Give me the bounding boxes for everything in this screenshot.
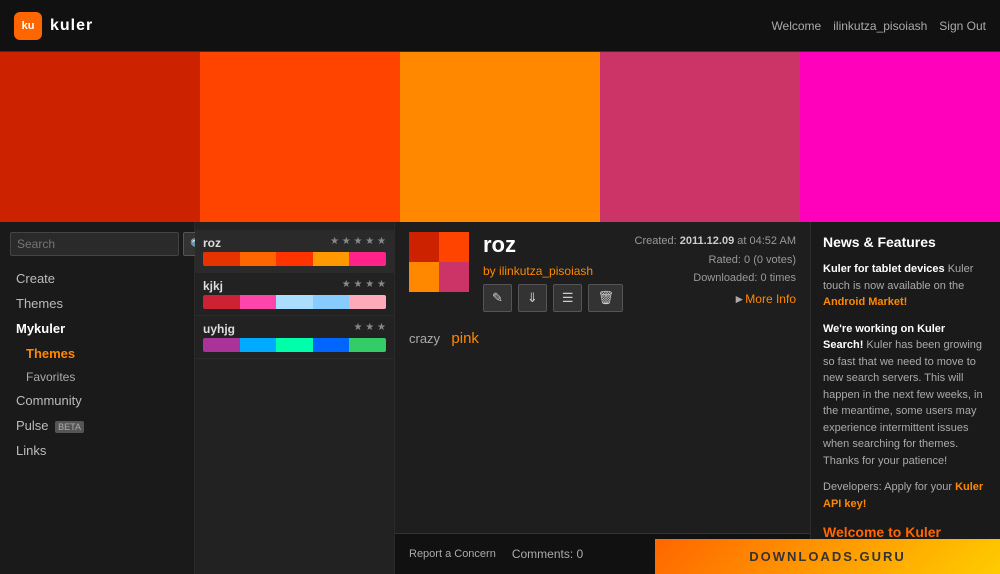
comments-count: Comments: 0 (512, 547, 583, 561)
color-bar (0, 52, 1000, 222)
theme-item-kjkj[interactable]: kjkj ★ ★ ★ ★ (195, 273, 394, 316)
color-swatch-1 (0, 52, 200, 222)
detail-color-4 (439, 262, 469, 292)
logo-area: ku kuler (14, 12, 93, 40)
theme-bar-roz (203, 252, 386, 266)
detail-title: roz (483, 232, 635, 258)
theme-item-uyhjg[interactable]: uyhjg ★ ★ ★ (195, 316, 394, 359)
color-swatch-5 (800, 52, 1000, 222)
sidebar-item-pulse[interactable]: Pulse BETA (0, 413, 194, 438)
detail-downloaded: 0 times (761, 272, 796, 284)
welcome-text: Welcome (771, 19, 821, 33)
list-button[interactable]: ☰ (553, 284, 583, 312)
android-market-link[interactable]: Android Market! (823, 296, 907, 308)
tag-crazy[interactable]: crazy (409, 331, 440, 346)
detail-swatch (409, 232, 469, 292)
sidebar-item-mykuler[interactable]: Mykuler (0, 316, 194, 341)
news-section-search: We're working on Kuler Search! Kuler has… (823, 321, 988, 470)
signout-button[interactable]: Sign Out (939, 19, 986, 33)
news-title: News & Features (823, 232, 988, 253)
theme-stars-kjkj: ★ ★ ★ ★ (342, 279, 386, 290)
theme-stars-uyhjg: ★ ★ ★ (354, 322, 386, 333)
sidebar-item-favorites[interactable]: Favorites (0, 366, 194, 388)
detail-color-3 (409, 262, 439, 292)
download-swatch-button[interactable]: ⇓ (518, 284, 547, 312)
theme-name-uyhjg: uyhjg (203, 322, 235, 336)
theme-item-roz[interactable]: roz ★ ★ ★ ★ ★ (195, 230, 394, 273)
logo-icon: ku (14, 12, 42, 40)
delete-button[interactable]: 🗑 (588, 284, 623, 312)
detail-actions: ✎ ⇓ ☰ 🗑 (483, 284, 635, 312)
news-panel: News & Features Kuler for tablet devices… (810, 222, 1000, 574)
detail-panel: roz by ilinkutza_pisoiash ✎ ⇓ ☰ 🗑 Create… (395, 222, 810, 574)
username-link[interactable]: ilinkutza_pisoiash (833, 19, 927, 33)
main: 🔍 Create Themes Mykuler Themes Favorites… (0, 222, 1000, 574)
tags-area: crazy pink (409, 330, 796, 347)
sidebar-item-themes[interactable]: Themes (0, 291, 194, 316)
search-input[interactable] (10, 232, 179, 256)
detail-created-date: 2011.12.09 (680, 235, 734, 247)
color-swatch-2 (200, 52, 400, 222)
sidebar-item-links[interactable]: Links (0, 438, 194, 463)
detail-author-name[interactable]: ilinkutza_pisoiash (499, 264, 593, 278)
theme-stars-roz: ★ ★ ★ ★ ★ (330, 236, 386, 247)
detail-color-2 (439, 232, 469, 262)
theme-name-kjkj: kjkj (203, 279, 223, 293)
theme-list: roz ★ ★ ★ ★ ★ kjkj ★ ★ ★ ★ (195, 222, 395, 574)
theme-bar-uyhjg (203, 338, 386, 352)
watermark-overlay: DOWNLOADS.GURU (655, 539, 1000, 574)
sidebar: 🔍 Create Themes Mykuler Themes Favorites… (0, 222, 195, 574)
more-info-arrow: ► (733, 292, 745, 306)
detail-author: by ilinkutza_pisoiash (483, 264, 635, 278)
color-swatch-4 (600, 52, 800, 222)
report-concern[interactable]: Report a Concern (409, 548, 496, 560)
detail-color-1 (409, 232, 439, 262)
theme-name-roz: roz (203, 236, 221, 250)
search-area: 🔍 (0, 232, 194, 266)
more-info-link[interactable]: More Info (745, 292, 796, 306)
sidebar-item-themes-active[interactable]: Themes (0, 341, 194, 366)
sidebar-item-create[interactable]: Create (0, 266, 194, 291)
color-swatch-3 (400, 52, 600, 222)
detail-meta: Created: 2011.12.09 at 04:52 AM Rated: 0… (635, 232, 797, 288)
logo-text: kuler (50, 17, 93, 35)
news-section-api: Developers: Apply for your Kuler API key… (823, 479, 988, 512)
tag-pink[interactable]: pink (451, 330, 479, 347)
header: ku kuler Welcome ilinkutza_pisoiash Sign… (0, 0, 1000, 52)
edit-button[interactable]: ✎ (483, 284, 512, 312)
news-section-tablet: Kuler for tablet devices Kuler touch is … (823, 261, 988, 311)
sidebar-item-community[interactable]: Community (0, 388, 194, 413)
beta-badge: BETA (55, 421, 84, 433)
detail-rated: 0 (0 votes) (744, 254, 796, 266)
theme-bar-kjkj (203, 295, 386, 309)
header-right: Welcome ilinkutza_pisoiash Sign Out (771, 19, 986, 33)
